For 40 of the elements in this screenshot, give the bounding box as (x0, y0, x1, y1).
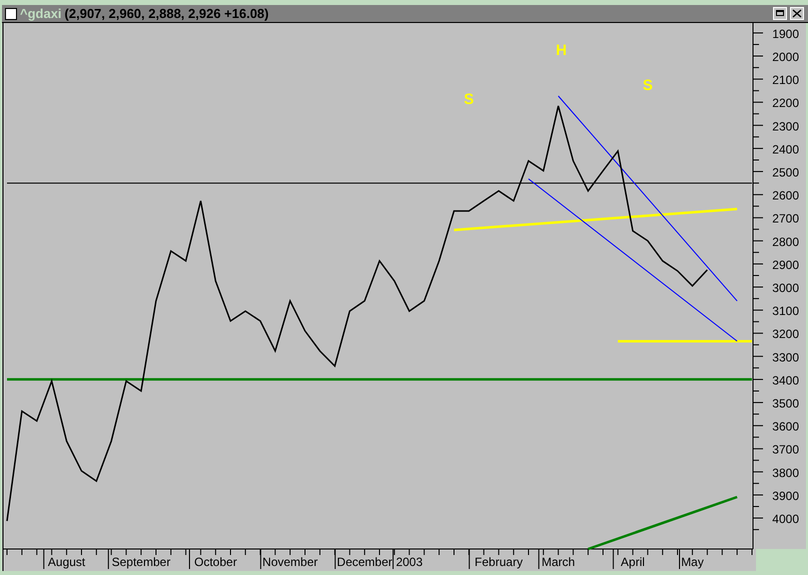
price-quote: (2,907, 2,960, 2,888, 2,926 +16.08) (64, 6, 269, 21)
price-label: 3500 (772, 396, 799, 411)
price-label: 2400 (772, 142, 799, 156)
month-label: October (194, 555, 237, 569)
month-label: March (542, 555, 575, 569)
price-label: 3400 (772, 373, 799, 388)
month-label: November (262, 555, 318, 569)
month-label: February (474, 555, 523, 569)
price-label: 2500 (772, 166, 799, 180)
price-label: 3200 (772, 327, 799, 342)
price-label: 2300 (772, 119, 799, 134)
price-label: 2100 (772, 73, 799, 88)
pattern-label: S (464, 90, 474, 108)
window-icon[interactable] (5, 8, 17, 20)
price-label: 2800 (772, 234, 799, 249)
month-label: May (681, 555, 704, 569)
price-label: 2600 (772, 188, 799, 203)
price-label: 4000 (772, 512, 799, 526)
price-label: 2900 (772, 258, 799, 272)
pattern-label: S (642, 76, 653, 94)
ticker-symbol: ^gdaxi (20, 6, 62, 21)
month-label: December (336, 555, 392, 569)
price-label: 3000 (772, 281, 799, 296)
close-icon[interactable] (790, 7, 804, 20)
price-label: 3900 (772, 488, 799, 503)
price-label: 3600 (772, 420, 799, 434)
price-label: 3800 (772, 466, 799, 480)
pattern-label: H (556, 42, 567, 59)
month-label: 2003 (396, 555, 423, 569)
price-label: 2200 (772, 96, 799, 110)
price-label: 3700 (772, 442, 799, 457)
month-label: August (48, 555, 86, 569)
price-label: 1900 (772, 26, 799, 41)
price-label: 2000 (772, 50, 799, 64)
price-label: 3100 (772, 304, 799, 318)
price-label: 3300 (772, 350, 799, 364)
restore-icon[interactable] (773, 7, 787, 20)
month-label: September (112, 555, 170, 569)
price-label: 2700 (772, 212, 799, 226)
month-label: April (620, 555, 645, 569)
